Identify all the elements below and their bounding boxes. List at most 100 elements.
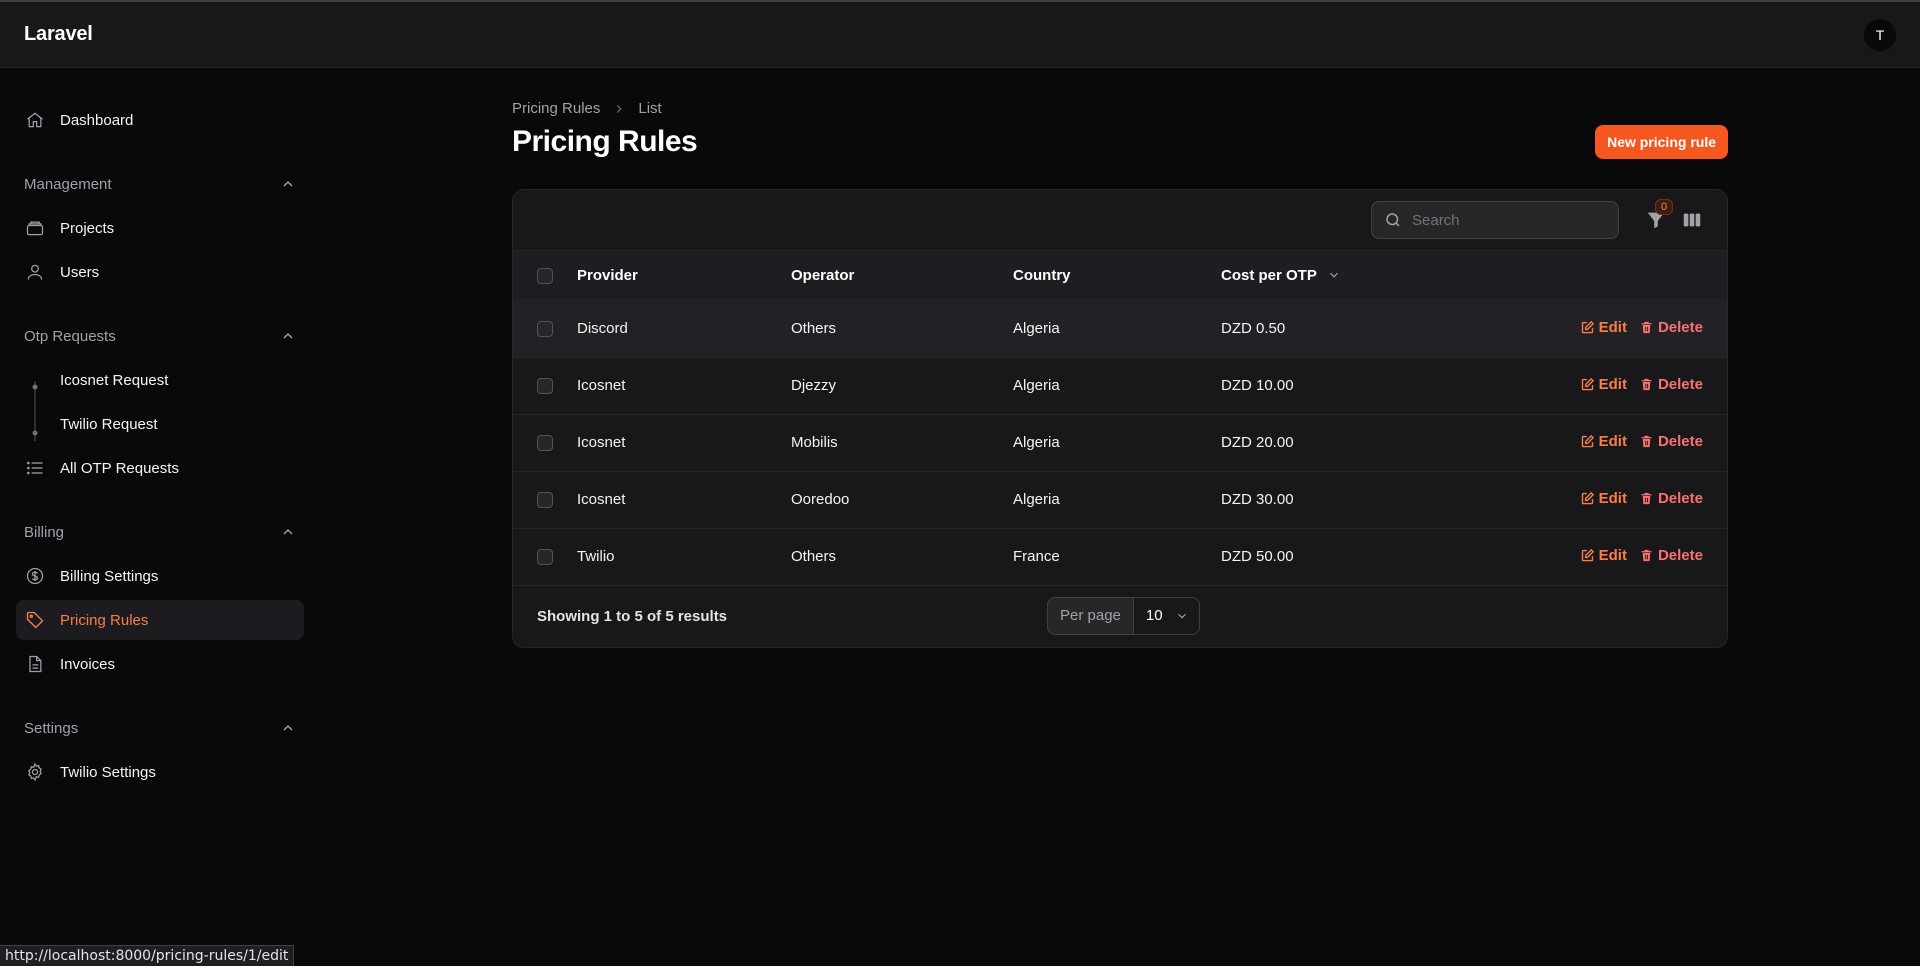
breadcrumb-current: List: [638, 100, 662, 117]
table-row[interactable]: Icosnet Ooredoo Algeria DZD 30.00 Edit Delete: [513, 471, 1727, 529]
column-header-provider[interactable]: Provider: [577, 251, 791, 301]
table-row[interactable]: Discord Others Algeria DZD 0.50 Edit Delete: [513, 300, 1727, 358]
trash-icon: [1641, 549, 1652, 561]
pricing-rules-table: Provider Operator Country Cost per OTP D…: [513, 251, 1727, 586]
columns-toggle-button[interactable]: [1681, 209, 1703, 231]
sidebar-item-icosnet-request[interactable]: Icosnet Request: [16, 360, 304, 411]
column-header-cost-label: Cost per OTP: [1221, 266, 1317, 284]
sidebar-item-label: All OTP Requests: [60, 459, 179, 477]
search-icon: [1386, 213, 1400, 227]
delete-label: Delete: [1657, 489, 1703, 507]
row-checkbox[interactable]: [537, 492, 553, 509]
chevron-up-icon[interactable]: [280, 524, 296, 540]
row-actions: Edit Delete: [1521, 528, 1727, 586]
table-row[interactable]: Twilio Others France DZD 50.00 Edit Delete: [513, 528, 1727, 586]
chevron-up-icon[interactable]: [280, 176, 296, 192]
cell-provider: Discord: [577, 300, 791, 358]
trash-icon: [1641, 492, 1652, 504]
delete-button[interactable]: Delete: [1639, 433, 1703, 450]
sidebar-group-management[interactable]: Management: [16, 164, 304, 204]
pagination-summary: Showing 1 to 5 of 5 results: [537, 607, 728, 625]
cell-cost: DZD 0.50: [1221, 300, 1521, 358]
sidebar-group-label: Otp Requests: [24, 327, 116, 345]
sidebar-item-label: Icosnet Request: [60, 371, 169, 389]
columns-icon: [1683, 213, 1701, 227]
per-page-value[interactable]: 10: [1134, 598, 1199, 634]
sidebar-item-twilio-request[interactable]: Twilio Request: [16, 404, 304, 444]
sidebar-item-pricing-rules[interactable]: Pricing Rules: [16, 600, 304, 640]
table-row[interactable]: Icosnet Mobilis Algeria DZD 20.00 Edit Delete: [513, 414, 1727, 472]
cell-operator: Ooredoo: [791, 471, 1013, 529]
delete-button[interactable]: Delete: [1639, 547, 1703, 564]
cell-country: Algeria: [1013, 300, 1221, 358]
sidebar-item-label: Dashboard: [60, 111, 134, 129]
sidebar-item-projects[interactable]: Projects: [16, 208, 304, 248]
chevron-down-icon: [1177, 613, 1186, 619]
row-checkbox[interactable]: [537, 321, 553, 338]
row-actions: Edit Delete: [1521, 300, 1727, 358]
sidebar-item-label: Billing Settings: [60, 567, 159, 585]
chevron-up-icon[interactable]: [280, 328, 296, 344]
search-box[interactable]: [1371, 201, 1619, 239]
cell-country: Algeria: [1013, 357, 1221, 415]
sidebar-group-otp-requests[interactable]: Otp Requests: [16, 316, 304, 356]
delete-button[interactable]: Delete: [1639, 490, 1703, 507]
tree-branch-icon: [24, 411, 46, 441]
cell-cost: DZD 20.00: [1221, 414, 1521, 472]
sidebar-item-billing-settings[interactable]: Billing Settings: [16, 556, 304, 596]
delete-button[interactable]: Delete: [1639, 376, 1703, 393]
stack-icon: [24, 217, 46, 239]
table-header-row: Provider Operator Country Cost per OTP: [513, 251, 1727, 301]
table-row[interactable]: Icosnet Djezzy Algeria DZD 10.00 Edit Delete: [513, 357, 1727, 415]
sidebar-item-label: Pricing Rules: [60, 611, 149, 629]
column-header-cost[interactable]: Cost per OTP: [1221, 251, 1521, 301]
edit-label: Edit: [1598, 489, 1627, 507]
cell-country: France: [1013, 528, 1221, 586]
sidebar: Dashboard Management Projects Users Otp …: [0, 68, 320, 966]
new-pricing-rule-button[interactable]: New pricing rule: [1595, 125, 1728, 159]
delete-button[interactable]: Delete: [1639, 319, 1703, 336]
breadcrumb-parent[interactable]: Pricing Rules: [512, 100, 600, 117]
edit-button[interactable]: Edit: [1580, 319, 1627, 336]
dollar-icon: [24, 565, 46, 587]
edit-button[interactable]: Edit: [1580, 433, 1627, 450]
column-header-operator[interactable]: Operator: [791, 251, 1013, 301]
list-icon: [24, 457, 46, 479]
tag-icon: [24, 609, 46, 631]
sidebar-item-label: Users: [60, 263, 100, 281]
edit-button[interactable]: Edit: [1580, 490, 1627, 507]
filter-button[interactable]: 0: [1645, 199, 1673, 231]
per-page-select[interactable]: Per page 10: [1047, 596, 1200, 635]
row-checkbox[interactable]: [537, 549, 553, 566]
trash-icon: [1641, 435, 1652, 447]
sidebar-group-settings[interactable]: Settings: [16, 708, 304, 748]
sidebar-item-users[interactable]: Users: [16, 252, 304, 292]
sidebar-group-label: Settings: [24, 719, 79, 737]
edit-button[interactable]: Edit: [1580, 376, 1627, 393]
row-checkbox[interactable]: [537, 378, 553, 395]
edit-button[interactable]: Edit: [1580, 547, 1627, 564]
trash-icon: [1641, 378, 1652, 390]
brand-logo[interactable]: Laravel: [24, 23, 93, 46]
gear-icon: [24, 761, 46, 783]
search-input[interactable]: [1412, 211, 1602, 229]
edit-icon: [1581, 377, 1594, 390]
sidebar-item-all-otp-requests[interactable]: All OTP Requests: [16, 448, 304, 488]
cell-operator: Djezzy: [791, 357, 1013, 415]
select-all-checkbox[interactable]: [537, 267, 553, 284]
user-icon: [24, 261, 46, 283]
user-avatar[interactable]: T: [1864, 18, 1896, 51]
sidebar-item-invoices[interactable]: Invoices: [16, 644, 304, 684]
delete-label: Delete: [1657, 318, 1703, 336]
row-checkbox[interactable]: [537, 435, 553, 452]
sort-chevron-down-icon[interactable]: [1327, 268, 1341, 282]
chevron-up-icon[interactable]: [280, 720, 296, 736]
sidebar-group-label: Billing: [24, 523, 65, 541]
cell-country: Algeria: [1013, 471, 1221, 529]
column-header-country[interactable]: Country: [1013, 251, 1221, 301]
sidebar-item-twilio-settings[interactable]: Twilio Settings: [16, 752, 304, 792]
delete-label: Delete: [1657, 432, 1703, 450]
delete-label: Delete: [1657, 546, 1703, 564]
sidebar-group-billing[interactable]: Billing: [16, 512, 304, 552]
sidebar-item-dashboard[interactable]: Dashboard: [16, 100, 304, 140]
